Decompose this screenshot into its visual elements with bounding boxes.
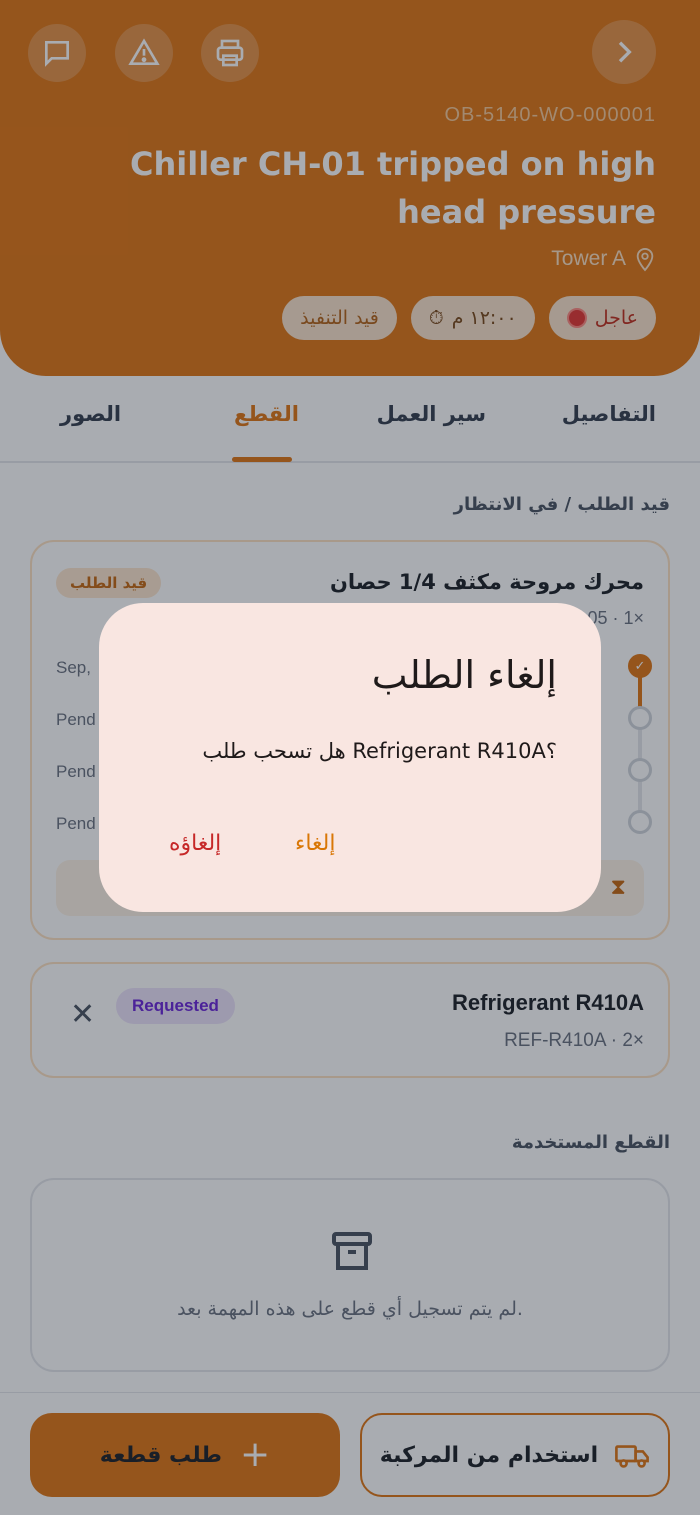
dialog-cancel-button[interactable]: إلغاء xyxy=(287,825,343,862)
dialog-title: إلغاء الطلب xyxy=(371,653,557,697)
cancel-request-dialog: إلغاء الطلب هل تسحب طلب Refrigerant R410… xyxy=(99,603,601,912)
dialog-message: هل تسحب طلب Refrigerant R410A؟ xyxy=(202,739,557,763)
dialog-confirm-button[interactable]: إلغاؤه xyxy=(161,825,229,862)
